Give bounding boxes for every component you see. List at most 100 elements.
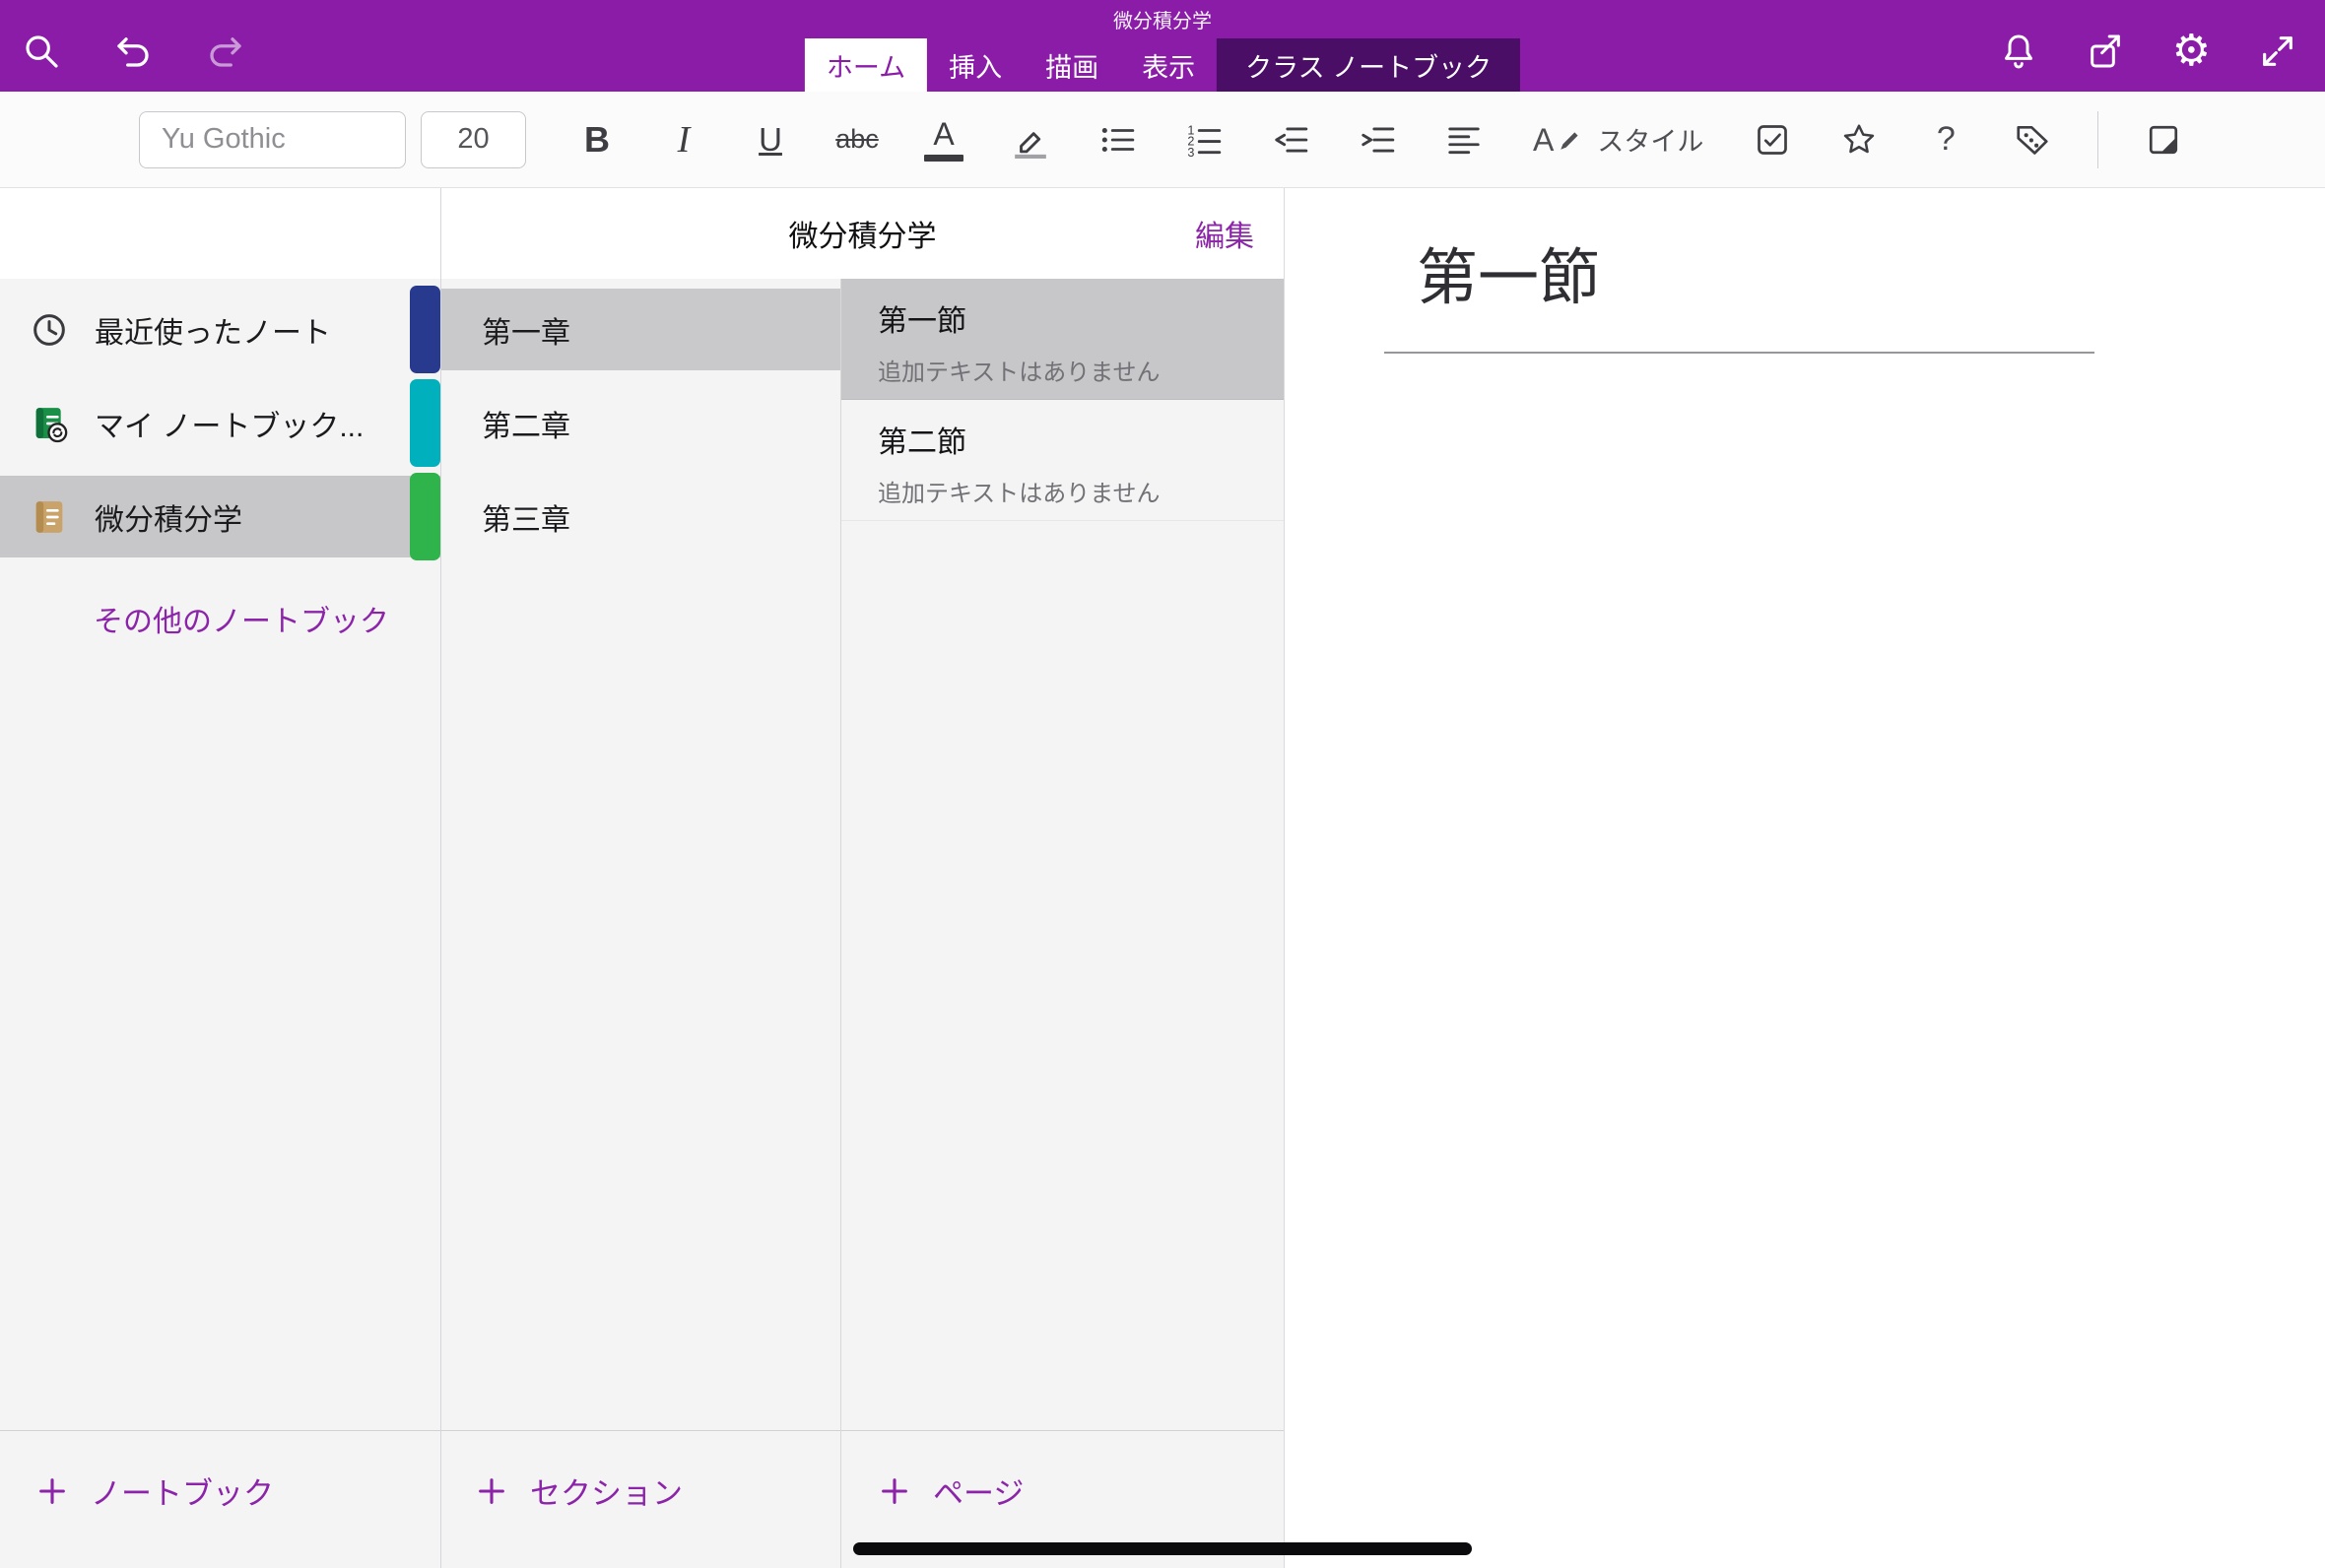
top-app-bar: 微分積分学 ホーム 挿入 描画 表示 クラス ノートブック ⚙: [0, 0, 2325, 92]
clock-icon: [30, 310, 69, 350]
pages-panel: 第一節 追加テキストはありません 第二節 追加テキストはありません ページ: [840, 279, 1284, 1568]
highlighter-icon: [1012, 121, 1049, 159]
notebook-label: 最近使ったノート: [95, 308, 331, 352]
topbar-right-actions: ⚙: [1999, 0, 2297, 92]
plus-icon: [35, 1474, 69, 1508]
align-button[interactable]: [1421, 101, 1507, 178]
section-item[interactable]: 第三章: [441, 476, 840, 557]
styles-letter-icon: A: [1533, 124, 1554, 156]
search-button[interactable]: [22, 32, 61, 71]
italic-button[interactable]: I: [640, 101, 727, 178]
formatting-toolbar: Yu Gothic 20 B I U abc A: [0, 92, 2325, 188]
more-notebooks-link[interactable]: その他のノートブック: [94, 597, 389, 640]
add-page-label: ページ: [933, 1469, 1024, 1513]
notebook-icon: [30, 497, 69, 537]
page-item[interactable]: 第一節 追加テキストはありません: [841, 279, 1284, 400]
onenote-app: 微分積分学 ホーム 挿入 描画 表示 クラス ノートブック ⚙: [0, 0, 2325, 1568]
notebook-item-my-notebooks[interactable]: マイ ノートブック...: [0, 382, 440, 464]
notebooks-panel-header: [0, 188, 440, 279]
undo-button[interactable]: [112, 31, 154, 72]
align-icon: [1445, 121, 1483, 159]
outdent-icon: [1272, 121, 1309, 159]
plus-icon: [475, 1474, 508, 1508]
page-item[interactable]: 第二節 追加テキストはありません: [841, 400, 1284, 521]
page-corner-icon: [2146, 122, 2181, 158]
checkbox-icon: [1755, 122, 1790, 158]
font-size-select[interactable]: 20: [421, 111, 526, 168]
tab-view[interactable]: 表示: [1120, 38, 1217, 92]
bell-icon: [1999, 32, 2038, 71]
numbered-list-button[interactable]: 1 2 3: [1161, 101, 1247, 178]
section-list-header: 微分積分学 編集: [441, 188, 1284, 279]
indent-button[interactable]: [1334, 101, 1421, 178]
settings-button[interactable]: ⚙: [2172, 30, 2211, 73]
sections-panel: 第一章 第二章 第三章 セクション: [441, 279, 840, 1568]
tag-icon: [2014, 121, 2051, 159]
indent-icon: [1359, 121, 1396, 159]
bullet-list-button[interactable]: [1074, 101, 1161, 178]
notebooks-list: 最近使ったノート マイ ノートブック...: [0, 279, 440, 1430]
search-icon: [22, 32, 61, 71]
add-page-button[interactable]: ページ: [878, 1469, 1024, 1513]
question-tag-button[interactable]: ?: [1902, 101, 1989, 178]
fullscreen-button[interactable]: [2258, 32, 2297, 71]
notebook-title: 微分積分学: [789, 212, 937, 255]
notebook-item-recent[interactable]: 最近使ったノート: [0, 289, 440, 370]
page-item-title: 第二節: [878, 418, 1284, 461]
sections-footer: セクション: [441, 1430, 840, 1568]
important-star-button[interactable]: [1816, 101, 1902, 178]
share-button[interactable]: [2086, 32, 2125, 71]
question-icon: ?: [1937, 120, 1956, 159]
tab-insert[interactable]: 挿入: [927, 38, 1024, 92]
strikethrough-button[interactable]: abc: [814, 101, 900, 178]
notebook-item-calculus[interactable]: 微分積分学: [0, 476, 440, 557]
font-color-button[interactable]: A: [900, 101, 987, 178]
font-color-icon: A: [933, 118, 954, 150]
page-canvas[interactable]: 第一節: [1284, 188, 2325, 1568]
toolbar-divider: [2097, 111, 2098, 168]
bullet-list-icon: [1098, 121, 1136, 159]
styles-button[interactable]: A スタイル: [1533, 101, 1703, 178]
window-title: 微分積分学: [0, 5, 2325, 33]
section-item[interactable]: 第一章: [441, 289, 840, 370]
italic-icon: I: [678, 118, 691, 162]
add-section-label: セクション: [530, 1469, 683, 1513]
add-notebook-button[interactable]: ノートブック: [35, 1469, 274, 1513]
outdent-button[interactable]: [1247, 101, 1334, 178]
bold-button[interactable]: B: [554, 101, 640, 178]
highlighter-button[interactable]: [987, 101, 1074, 178]
numbered-list-icon: 1 2 3: [1185, 121, 1223, 159]
section-item[interactable]: 第二章: [441, 382, 840, 464]
tab-class-notebook[interactable]: クラス ノートブック: [1217, 38, 1520, 92]
brush-icon: [1558, 127, 1583, 153]
page-item-title: 第一節: [878, 296, 1284, 340]
styles-label: スタイル: [1597, 120, 1703, 159]
home-indicator[interactable]: [853, 1542, 1472, 1555]
add-section-button[interactable]: セクション: [475, 1469, 683, 1513]
font-size-value: 20: [457, 123, 489, 156]
tab-home[interactable]: ホーム: [805, 38, 927, 92]
edit-button[interactable]: 編集: [1195, 188, 1254, 279]
redo-button[interactable]: [205, 31, 246, 72]
todo-checkbox-button[interactable]: [1729, 101, 1816, 178]
star-icon: [1840, 121, 1878, 159]
page-note-view-button[interactable]: [2120, 101, 2207, 178]
page-title[interactable]: 第一節: [1417, 243, 1600, 313]
font-color-swatch: [924, 155, 963, 162]
title-divider: [1384, 352, 2094, 354]
notebook-label: マイ ノートブック...: [95, 402, 364, 445]
page-item-subtitle: 追加テキストはありません: [878, 353, 1284, 387]
tag-button[interactable]: [1989, 101, 2076, 178]
sections-list: 第一章 第二章 第三章: [441, 279, 840, 1430]
section-label: 第一章: [482, 308, 570, 352]
underline-button[interactable]: U: [727, 101, 814, 178]
notebook-color-tab: [410, 286, 440, 373]
notebooks-panel: 最近使ったノート マイ ノートブック...: [0, 188, 441, 1568]
share-icon: [2086, 32, 2125, 71]
tab-draw[interactable]: 描画: [1024, 38, 1120, 92]
notifications-button[interactable]: [1999, 32, 2038, 71]
plus-icon: [878, 1474, 911, 1508]
notebook-color-tab: [410, 379, 440, 467]
font-name-select[interactable]: Yu Gothic: [139, 111, 406, 168]
strikethrough-icon: abc: [835, 124, 879, 155]
